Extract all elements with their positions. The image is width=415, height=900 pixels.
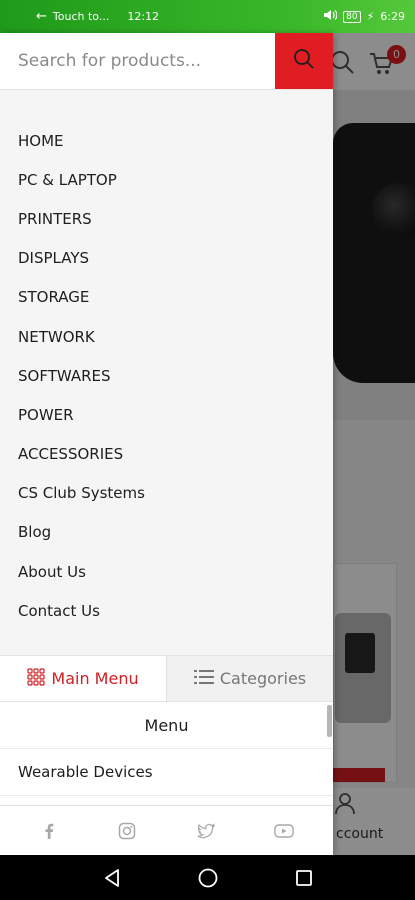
menu-item-displays[interactable]: DISPLAYS [0, 239, 333, 278]
menu-item-contact-us[interactable]: Contact Us [0, 591, 333, 630]
search-input[interactable] [0, 33, 275, 89]
instagram-icon[interactable] [117, 821, 137, 841]
drawer-tabs: Main Menu Categories [0, 655, 333, 702]
youtube-icon[interactable] [274, 821, 294, 841]
search-button[interactable] [275, 33, 333, 89]
menu-item-printers[interactable]: PRINTERS [0, 199, 333, 238]
nav-home-icon[interactable] [196, 866, 220, 890]
grid-icon [27, 667, 45, 690]
scrollbar-thumb[interactable] [327, 705, 332, 737]
status-time-right: 6:29 [380, 10, 405, 23]
status-notification-text: Touch to... [52, 10, 110, 23]
tab-main-menu-label: Main Menu [51, 669, 139, 688]
menu-item-cs-club-systems[interactable]: CS Club Systems [0, 474, 333, 513]
menu-item-pc-laptop[interactable]: PC & LAPTOP [0, 160, 333, 199]
battery-icon: 80 [343, 10, 361, 23]
menu-item-network[interactable]: NETWORK [0, 317, 333, 356]
social-links [0, 806, 333, 855]
menu-item-accessories[interactable]: ACCESSORIES [0, 435, 333, 474]
menu-item-wearable-devices[interactable]: Wearable Devices [0, 749, 333, 796]
tab-main-menu[interactable]: Main Menu [0, 656, 167, 701]
battery-level: 80 [343, 10, 361, 23]
menu-item-about-us[interactable]: About Us [0, 552, 333, 591]
status-time-left: 12:12 [127, 10, 160, 23]
search-icon [293, 48, 315, 74]
charging-icon: ⚡ [366, 10, 375, 23]
menu-item-home[interactable]: HOME [0, 121, 333, 160]
menu-item-softwares[interactable]: SOFTWARES [0, 356, 333, 395]
tab-categories-label: Categories [219, 669, 307, 688]
system-nav-bar [0, 855, 415, 900]
menu-item-blog[interactable]: Blog [0, 513, 333, 552]
menu-item-power[interactable]: POWER [0, 395, 333, 434]
status-bar: ← Touch to... 12:12 80 ⚡ 6:29 [0, 0, 415, 33]
navigation-drawer: HOME PC & LAPTOP PRINTERS DISPLAYS STORA… [0, 33, 333, 855]
volume-icon [323, 9, 338, 24]
next-menu-item-partial [0, 796, 333, 806]
twitter-icon[interactable] [196, 821, 216, 841]
nav-recents-icon[interactable] [292, 866, 316, 890]
back-arrow-icon: ← [36, 9, 47, 24]
list-icon [193, 669, 214, 689]
tab-categories[interactable]: Categories [167, 656, 333, 701]
nav-back-icon[interactable] [100, 866, 124, 890]
menu-heading: Menu [0, 702, 333, 749]
facebook-icon[interactable] [39, 821, 59, 841]
menu-item-storage[interactable]: STORAGE [0, 278, 333, 317]
main-menu-list: HOME PC & LAPTOP PRINTERS DISPLAYS STORA… [0, 121, 333, 630]
search-bar [0, 33, 333, 90]
